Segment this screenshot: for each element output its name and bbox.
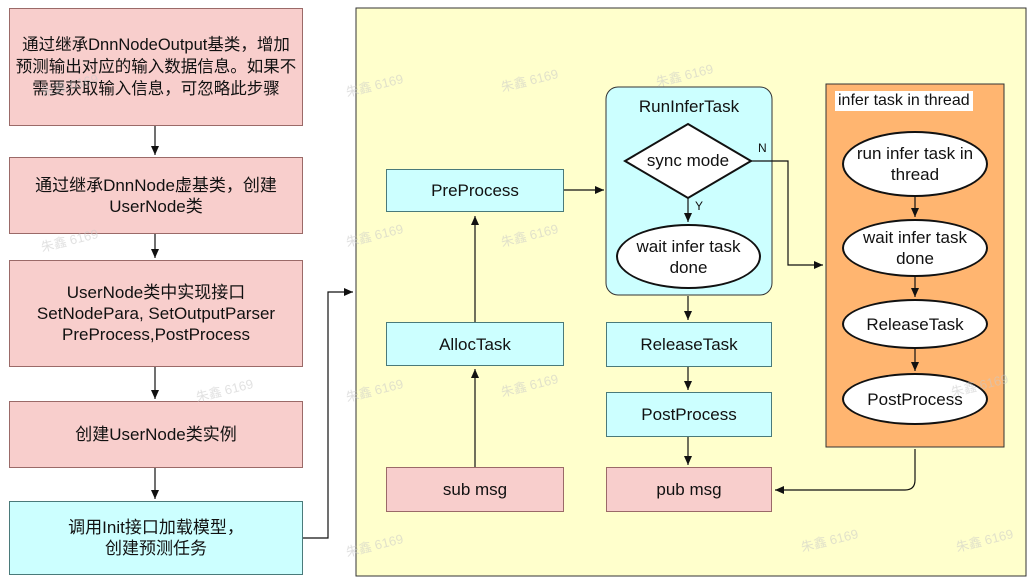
sync-mode-label: sync mode — [646, 151, 730, 170]
thread-panel-title: infer task in thread — [835, 91, 973, 111]
step-init-model: 调用Init接口加载模型， 创建预测任务 — [9, 501, 303, 575]
step-create-instance: 创建UserNode类实例 — [9, 401, 303, 468]
step-inherit-dnnnode: 通过继承DnnNode虚基类，创建UserNode类 — [9, 157, 303, 234]
yes-branch-label: Y — [695, 199, 704, 213]
wait-infer-task-done-node: wait infer task done — [616, 224, 761, 289]
run-infer-task-title: RunInferTask — [638, 97, 740, 116]
thread-run-infer-node: run infer task in thread — [842, 131, 988, 197]
pub-msg-node: pub msg — [606, 467, 772, 512]
preprocess-node: PreProcess — [386, 169, 564, 212]
no-branch-label: N — [758, 141, 767, 155]
thread-release-task-node: ReleaseTask — [842, 299, 988, 349]
sub-msg-node: sub msg — [386, 467, 564, 512]
thread-wait-infer-node: wait infer task done — [842, 219, 988, 277]
step-implement-interfaces: UserNode类中实现接口 SetNodePara, SetOutputPar… — [9, 260, 303, 367]
post-process-node: PostProcess — [606, 392, 772, 437]
thread-post-process-node: PostProcess — [842, 373, 988, 425]
step-inherit-output: 通过继承DnnNodeOutput基类，增加预测输出对应的输入数据信息。如果不需… — [9, 8, 303, 126]
release-task-node: ReleaseTask — [606, 322, 772, 367]
alloc-task-node: AllocTask — [386, 322, 564, 366]
arrow-step5-to-panel — [303, 288, 353, 539]
